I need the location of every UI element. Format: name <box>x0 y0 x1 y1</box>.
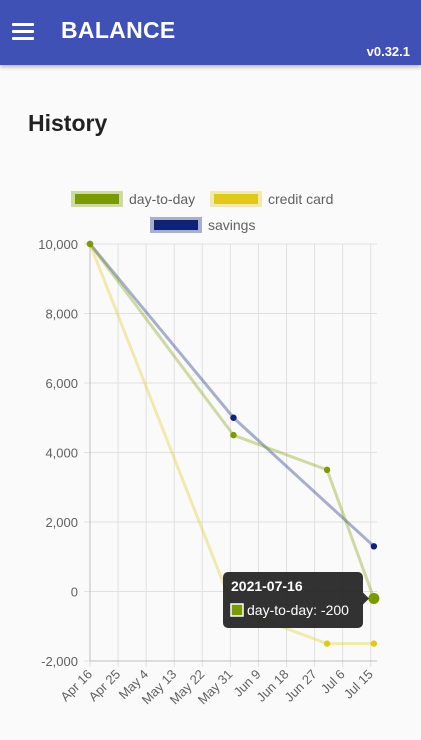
y-tick-label: -2,000 <box>41 654 78 669</box>
history-chart[interactable]: day-to-day credit card savings 10,000 8,000… <box>0 180 421 740</box>
data-point-savings <box>370 543 378 550</box>
legend-swatch-savings <box>154 220 198 230</box>
legend-label-savings: savings <box>208 217 255 233</box>
app-title: BALANCE <box>61 17 176 43</box>
data-point-savings <box>230 414 237 421</box>
data-point-credit-card <box>370 640 378 647</box>
y-tick-label: 0 <box>71 585 78 600</box>
y-tick-label: 10,000 <box>38 237 78 252</box>
tooltip-swatch <box>230 603 244 617</box>
menu-icon-bar <box>12 29 34 33</box>
app-bar: BALANCE v0.32.1 <box>0 0 421 65</box>
active-data-point <box>368 592 380 604</box>
tooltip-caret <box>363 592 369 605</box>
y-tick-label: 2,000 <box>45 515 78 530</box>
legend-label-credit-card: credit card <box>268 191 333 207</box>
data-point-day-to-day <box>323 466 331 474</box>
menu-icon-bar <box>12 36 34 40</box>
x-tick-label: Jun 27 <box>282 667 320 705</box>
menu-icon[interactable] <box>8 16 38 46</box>
tooltip-value: day-to-day: -200 <box>247 602 349 618</box>
menu-icon-bar <box>12 22 34 26</box>
series-line-savings <box>88 243 375 548</box>
y-tick-label: 8,000 <box>45 307 78 322</box>
legend-label-day-to-day: day-to-day <box>129 191 195 207</box>
chart-legend: day-to-day credit card savings <box>71 191 333 233</box>
legend-swatch-day-to-day <box>75 194 119 204</box>
data-point-day-to-day <box>230 431 237 439</box>
data-point-credit-card <box>323 640 331 647</box>
y-tick-label: 4,000 <box>45 446 78 461</box>
y-tick-label: 6,000 <box>45 376 78 391</box>
page-title: History <box>28 110 108 136</box>
x-tick-label: Apr 25 <box>85 667 123 705</box>
data-point-day-to-day <box>86 240 94 248</box>
chart-tooltip: 2021-07-16 day-to-day: -200 <box>223 572 380 628</box>
app-version: v0.32.1 <box>366 44 410 59</box>
legend-swatch-credit-card <box>214 194 258 204</box>
x-tick-label: Jul 15 <box>341 667 376 702</box>
tooltip-date: 2021-07-16 <box>231 578 303 594</box>
